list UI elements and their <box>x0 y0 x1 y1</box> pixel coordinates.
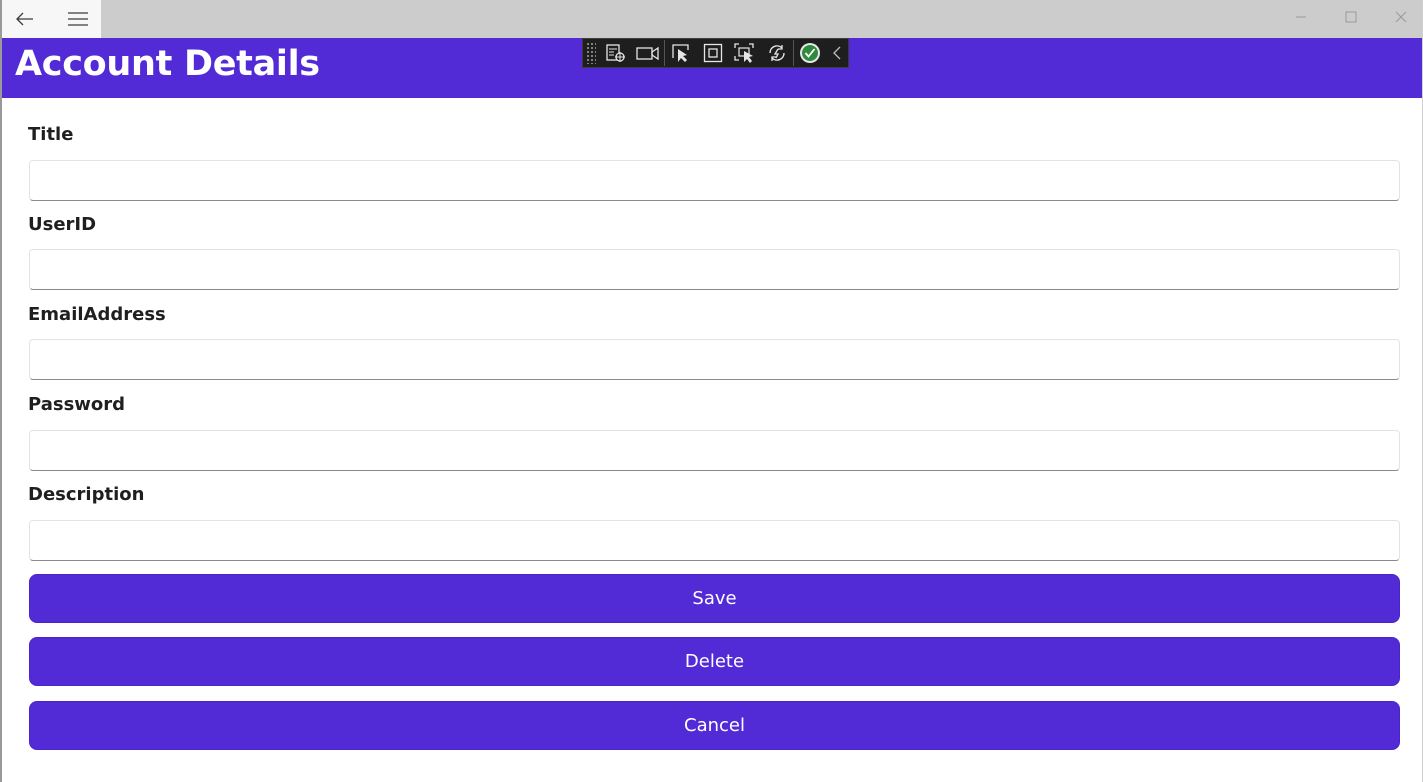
email-address-label: EmailAddress <box>28 304 166 325</box>
description-input[interactable] <box>29 520 1400 561</box>
title-bar <box>2 0 1422 38</box>
live-visual-tree-icon <box>606 44 625 62</box>
video-capture-icon <box>636 46 659 61</box>
minimize-button[interactable] <box>1276 0 1326 34</box>
menu-button[interactable] <box>55 0 101 38</box>
app-window: Account Details Title UserID EmailAddres… <box>0 0 1423 782</box>
select-element-button[interactable] <box>665 39 697 67</box>
cancel-button[interactable]: Cancel <box>29 701 1400 750</box>
checkmark-icon <box>800 43 820 63</box>
close-button[interactable] <box>1376 0 1423 34</box>
userid-label: UserID <box>28 214 97 235</box>
display-layout-adorners-button[interactable] <box>697 39 729 67</box>
toolbar-grip-handle[interactable] <box>586 42 596 64</box>
hot-reload-icon <box>769 45 785 61</box>
email-address-input[interactable] <box>29 339 1400 380</box>
binding-status-button[interactable] <box>794 39 826 67</box>
collapse-toolbar-button[interactable] <box>826 39 848 67</box>
minimize-icon <box>1296 16 1306 18</box>
page-title: Account Details <box>15 44 320 84</box>
maximize-icon <box>1345 11 1357 23</box>
display-layout-adorners-icon <box>703 43 723 63</box>
video-capture-button[interactable] <box>632 39 664 67</box>
delete-button[interactable]: Delete <box>29 637 1400 686</box>
select-element-icon <box>672 44 689 62</box>
title-label: Title <box>28 124 74 145</box>
userid-input[interactable] <box>29 249 1400 290</box>
title-input[interactable] <box>29 160 1400 201</box>
hamburger-menu-icon <box>68 12 88 26</box>
hot-reload-button[interactable] <box>761 39 793 67</box>
track-focus-icon <box>734 43 754 63</box>
description-label: Description <box>28 484 145 505</box>
close-icon <box>1395 11 1407 23</box>
password-label: Password <box>28 394 126 415</box>
track-focus-button[interactable] <box>729 39 761 67</box>
collapse-chevron-icon <box>833 46 841 60</box>
maximize-button[interactable] <box>1326 0 1376 34</box>
debug-toolbar <box>582 38 849 68</box>
save-button[interactable]: Save <box>29 574 1400 623</box>
password-input[interactable] <box>29 430 1400 471</box>
back-button[interactable] <box>2 0 48 38</box>
live-visual-tree-button[interactable] <box>600 39 632 67</box>
arrow-left-icon <box>16 12 33 26</box>
